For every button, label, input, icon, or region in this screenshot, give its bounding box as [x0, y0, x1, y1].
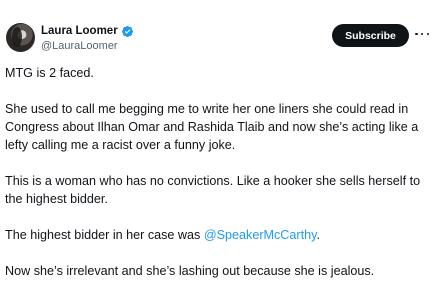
tweet-text-segment: The highest bidder in her case was: [5, 228, 204, 242]
author-handle[interactable]: @LauraLoomer: [41, 39, 118, 53]
tweet-paragraph-4: The highest bidder in her case was @Spea…: [5, 226, 433, 244]
subscribe-button[interactable]: Subscribe: [332, 24, 409, 47]
tweet-text: MTG is 2 faced. She used to call me begg…: [5, 64, 433, 298]
dot: [426, 32, 429, 36]
dot: [415, 32, 418, 36]
mention-link[interactable]: @SpeakerMcCarthy: [204, 228, 317, 242]
tweet-paragraph-5: Now she’s irrelevant and she’s lashing o…: [5, 264, 375, 278]
dot: [420, 32, 424, 36]
tweet-text-segment: .: [316, 228, 320, 242]
author-name-row: Laura Loomer: [41, 24, 134, 38]
tweet-paragraph-1: MTG is 2 faced.: [5, 66, 94, 80]
avatar[interactable]: [6, 23, 35, 52]
author-display-name[interactable]: Laura Loomer: [41, 24, 118, 38]
verified-badge-icon[interactable]: [121, 25, 134, 38]
more-options-icon[interactable]: [415, 27, 429, 41]
tweet-paragraph-3: This is a woman who has no convictions. …: [5, 174, 421, 206]
tweet-paragraph-2: She used to call me begging me to write …: [5, 102, 419, 152]
